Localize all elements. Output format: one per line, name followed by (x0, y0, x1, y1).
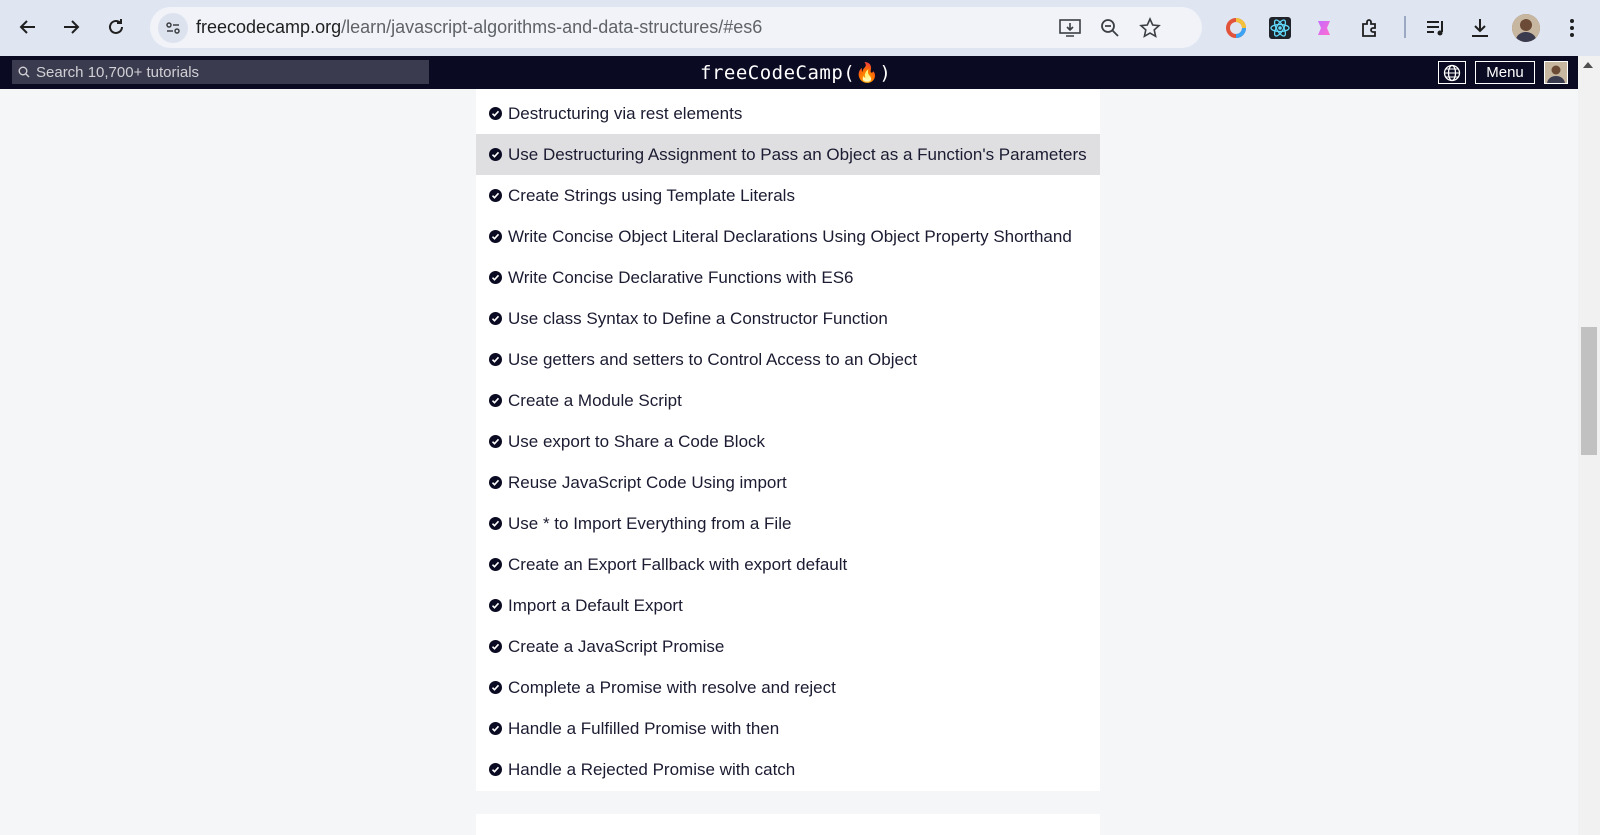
lesson-item[interactable]: Reuse JavaScript Code Using import (476, 462, 1100, 503)
lesson-item[interactable]: Use Destructuring Assignment to Pass an … (476, 134, 1100, 175)
forward-arrow-icon[interactable] (53, 9, 89, 45)
search-input[interactable] (36, 63, 416, 81)
check-circle-icon (489, 722, 502, 735)
url-domain: freecodecamp.org (196, 17, 342, 37)
site-info-icon[interactable] (158, 13, 188, 43)
check-circle-icon (489, 148, 502, 161)
lesson-item[interactable]: Create a JavaScript Promise (476, 626, 1100, 667)
back-arrow-icon[interactable] (10, 9, 46, 45)
fcc-navbar: freeCodeCamp(🔥) Menu (0, 56, 1600, 89)
lesson-title-link[interactable]: Use class Syntax to Define a Constructor… (508, 309, 888, 329)
check-circle-icon (489, 681, 502, 694)
check-circle-icon (489, 763, 502, 776)
zoom-icon[interactable] (1098, 16, 1122, 40)
kebab-menu-icon[interactable] (1558, 14, 1586, 42)
search-bar[interactable] (12, 60, 429, 84)
check-circle-icon (489, 517, 502, 530)
lesson-title-link[interactable]: Create an Export Fallback with export de… (508, 555, 847, 575)
lesson-title-link[interactable]: Use getters and setters to Control Acces… (508, 350, 917, 370)
check-circle-icon (489, 476, 502, 489)
check-circle-icon (489, 558, 502, 571)
lesson-title-link[interactable]: Import a Default Export (508, 596, 683, 616)
check-circle-icon (489, 230, 502, 243)
scroll-up-arrow-icon[interactable] (1583, 62, 1593, 68)
lesson-item[interactable]: Use export to Share a Code Block (476, 421, 1100, 462)
bookmark-star-icon[interactable] (1138, 16, 1162, 40)
check-circle-icon (489, 271, 502, 284)
downloads-icon[interactable] (1466, 14, 1494, 42)
lesson-title-link[interactable]: Complete a Promise with resolve and reje… (508, 678, 836, 698)
lesson-list: Destructuring via rest elements Use Destr… (476, 89, 1100, 791)
lesson-item[interactable]: Use class Syntax to Define a Constructor… (476, 298, 1100, 339)
lesson-title-link[interactable]: Create Strings using Template Literals (508, 186, 795, 206)
search-icon (18, 66, 30, 78)
lesson-item[interactable]: Create Strings using Template Literals (476, 175, 1100, 216)
scrollbar-thumb[interactable] (1581, 327, 1597, 455)
lesson-item[interactable]: Write Concise Object Literal Declaration… (476, 216, 1100, 257)
lesson-item[interactable]: Destructuring via rest elements (476, 93, 1100, 134)
color-wheel-extension-icon[interactable] (1222, 14, 1250, 42)
lesson-item[interactable]: Handle a Rejected Promise with catch (476, 749, 1100, 790)
check-circle-icon (489, 394, 502, 407)
lesson-title-link[interactable]: Use Destructuring Assignment to Pass an … (508, 145, 1087, 165)
check-circle-icon (489, 640, 502, 653)
lesson-title-link[interactable]: Use export to Share a Code Block (508, 432, 765, 452)
lesson-title-link[interactable]: Create a Module Script (508, 391, 682, 411)
fcc-logo[interactable]: freeCodeCamp(🔥) (700, 61, 891, 84)
lesson-title-link[interactable]: Write Concise Object Literal Declaration… (508, 227, 1072, 247)
lesson-item[interactable]: Use * to Import Everything from a File (476, 503, 1100, 544)
media-control-icon[interactable] (1422, 14, 1450, 42)
check-circle-icon (489, 189, 502, 202)
gradient-extension-icon[interactable] (1310, 14, 1338, 42)
extensions-puzzle-icon[interactable] (1356, 14, 1384, 42)
address-bar[interactable]: freecodecamp.org/learn/javascript-algori… (150, 7, 1202, 48)
language-globe-icon[interactable] (1438, 61, 1466, 84)
lesson-title-link[interactable]: Reuse JavaScript Code Using import (508, 473, 787, 493)
toolbar-divider (1404, 16, 1406, 38)
lesson-item[interactable]: Complete a Promise with resolve and reje… (476, 667, 1100, 708)
lesson-item[interactable]: Create a Module Script (476, 380, 1100, 421)
url-text[interactable]: freecodecamp.org/learn/javascript-algori… (196, 17, 762, 38)
browser-toolbar: freecodecamp.org/learn/javascript-algori… (0, 0, 1600, 56)
lesson-title-link[interactable]: Handle a Fulfilled Promise with then (508, 719, 779, 739)
lesson-title-link[interactable]: Create a JavaScript Promise (508, 637, 724, 657)
lesson-item[interactable]: Handle a Fulfilled Promise with then (476, 708, 1100, 749)
reload-icon[interactable] (98, 9, 134, 45)
lesson-title-link[interactable]: Destructuring via rest elements (508, 104, 742, 124)
lesson-title-link[interactable]: Handle a Rejected Promise with catch (508, 760, 795, 780)
check-circle-icon (489, 353, 502, 366)
install-app-icon[interactable] (1058, 16, 1082, 40)
lesson-item[interactable]: Use getters and setters to Control Acces… (476, 339, 1100, 380)
react-devtools-extension-icon[interactable] (1266, 14, 1294, 42)
check-circle-icon (489, 599, 502, 612)
menu-button[interactable]: Menu (1475, 61, 1535, 84)
lesson-item[interactable]: Create an Export Fallback with export de… (476, 544, 1100, 585)
lesson-title-link[interactable]: Use * to Import Everything from a File (508, 514, 791, 534)
lesson-title-link[interactable]: Write Concise Declarative Functions with… (508, 268, 854, 288)
lesson-item[interactable]: Write Concise Declarative Functions with… (476, 257, 1100, 298)
lesson-item[interactable]: Import a Default Export (476, 585, 1100, 626)
page-scrollbar[interactable] (1578, 56, 1600, 835)
user-avatar[interactable] (1544, 61, 1568, 84)
page-content: Destructuring via rest elements Use Destr… (0, 89, 1578, 835)
check-circle-icon (489, 312, 502, 325)
check-circle-icon (489, 107, 502, 120)
url-path: /learn/javascript-algorithms-and-data-st… (341, 17, 763, 37)
profile-avatar[interactable] (1512, 14, 1540, 42)
next-section-card (476, 814, 1100, 835)
check-circle-icon (489, 435, 502, 448)
